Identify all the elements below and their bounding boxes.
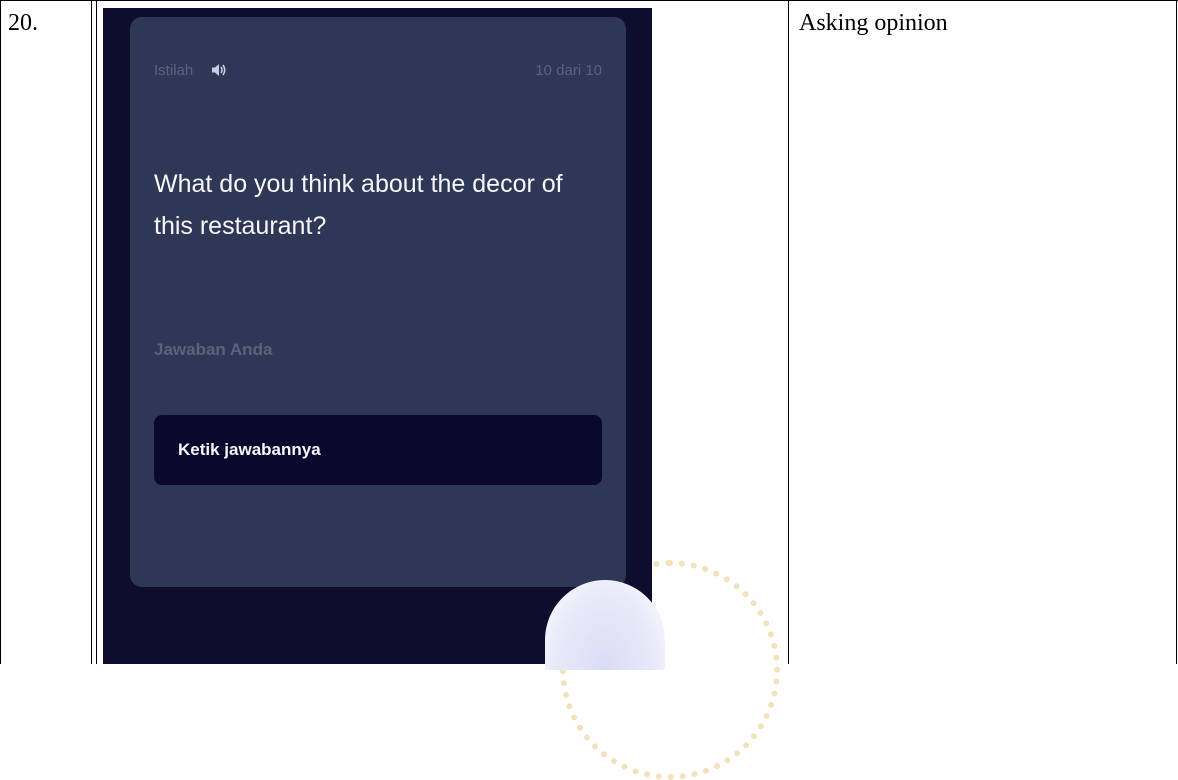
row-remark: Asking opinion [799, 10, 948, 36]
table-column-divider [91, 0, 92, 664]
row-number: 20. [8, 10, 38, 36]
progress-counter: 10 dari 10 [535, 62, 602, 79]
flashcard: Istilah 10 dari 10 What do you think abo… [130, 17, 626, 587]
table-border-top [0, 0, 1178, 1]
table-border-right [1176, 0, 1177, 664]
table-border-left [0, 0, 1, 664]
answer-input[interactable] [154, 415, 602, 485]
flashcard-app-screenshot: Istilah 10 dari 10 What do you think abo… [103, 8, 652, 664]
question-text: What do you think about the decor of thi… [154, 170, 563, 240]
table-column-divider [788, 0, 789, 664]
table-column-divider [96, 0, 97, 664]
answer-label: Jawaban Anda [154, 340, 273, 359]
term-label: Istilah [154, 62, 194, 79]
speaker-icon[interactable] [210, 61, 228, 79]
